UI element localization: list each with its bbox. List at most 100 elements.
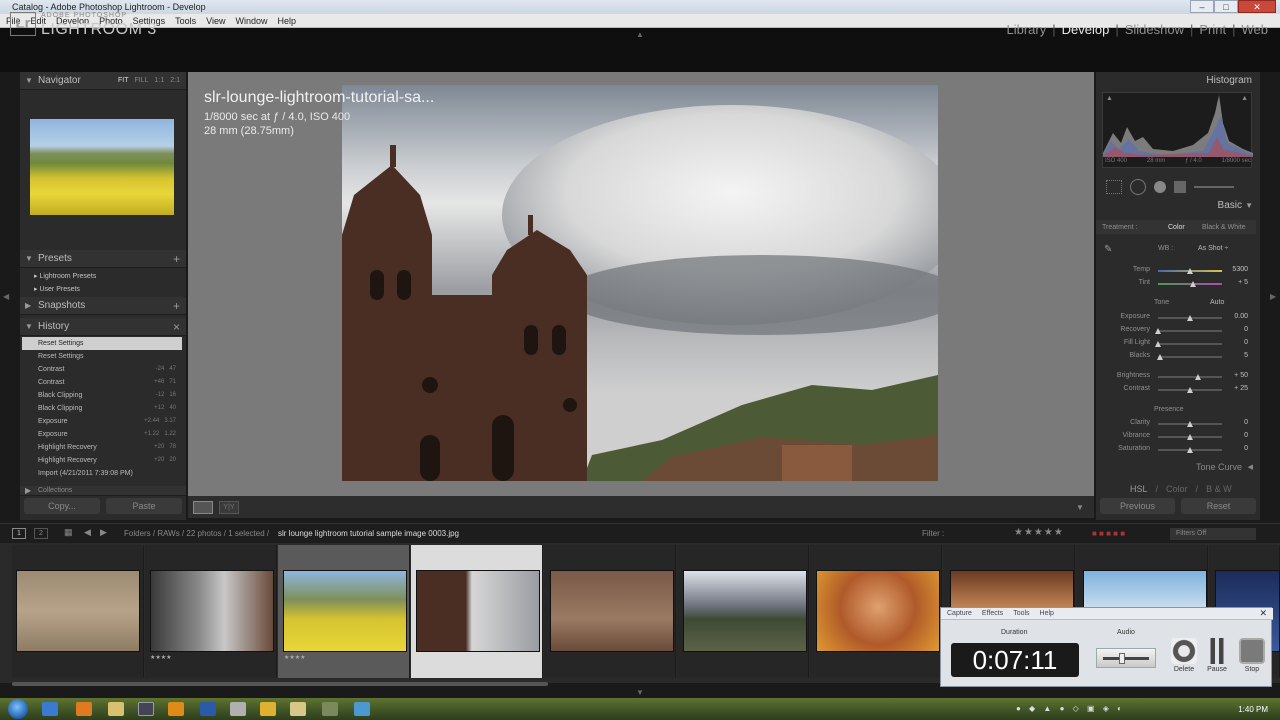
thumbnail[interactable] — [550, 570, 674, 652]
crop-tool-icon[interactable] — [1106, 180, 1122, 194]
fill-light-slider[interactable] — [1158, 343, 1222, 345]
clear-history-icon[interactable]: × — [173, 318, 180, 336]
presets-header[interactable]: ▼ Presets + — [20, 250, 186, 268]
main-photo[interactable] — [342, 85, 938, 481]
source-path[interactable]: Folders / RAWs / 22 photos / 1 selected … — [124, 529, 269, 538]
module-web[interactable]: Web — [1242, 22, 1269, 37]
basic-header[interactable]: Basic ▼ — [1096, 200, 1256, 216]
copy-button[interactable]: Copy... — [24, 498, 100, 514]
brightness-slider-knob[interactable] — [1195, 374, 1201, 380]
history-item[interactable]: Import (4/21/2011 7:39:08 PM) — [22, 467, 182, 480]
thumbnail[interactable] — [683, 570, 807, 652]
start-button-icon[interactable] — [8, 699, 28, 719]
tone-curve-header[interactable]: Tone Curve ◀ — [1096, 462, 1256, 476]
temp-value[interactable]: 5300 — [1226, 266, 1248, 273]
recorder-menu-help[interactable]: Help — [1040, 608, 1054, 619]
spot-removal-icon[interactable] — [1130, 179, 1146, 195]
menu-tools[interactable]: Tools — [175, 14, 196, 27]
saturation-slider-knob[interactable] — [1187, 447, 1193, 453]
snapshots-header[interactable]: ▶ Snapshots + — [20, 297, 186, 315]
taskbar-folder-icon[interactable] — [290, 702, 306, 716]
rating-filter-stars[interactable]: ★★★★★ — [1014, 527, 1064, 538]
reset-button[interactable]: Reset — [1181, 498, 1256, 514]
recorder-menu-capture[interactable]: Capture — [947, 608, 972, 619]
preset-folder-user[interactable]: ▸ User Presets — [34, 285, 80, 293]
history-item[interactable]: Contrast +46 71 — [22, 376, 182, 389]
zoom-2-1[interactable]: 2:1 — [170, 72, 180, 90]
preset-folder-lightroom[interactable]: ▸ Lightroom Presets — [34, 272, 96, 280]
back-arrow-icon[interactable]: ◀ — [84, 527, 91, 538]
tint-value[interactable]: + 5 — [1226, 279, 1248, 286]
highlight-clip-icon[interactable]: ▲ — [1241, 95, 1248, 102]
bw-tab[interactable]: B & W — [1206, 484, 1232, 494]
clarity-slider-knob[interactable] — [1187, 421, 1193, 427]
history-item[interactable]: Exposure +1.22 1.22 — [22, 428, 182, 441]
blacks-slider-knob[interactable] — [1157, 354, 1163, 360]
thumbnail[interactable] — [16, 570, 140, 652]
color-tab[interactable]: Color — [1166, 484, 1188, 494]
recovery-value[interactable]: 0 — [1226, 326, 1248, 333]
taskbar-app-icon[interactable] — [230, 702, 246, 716]
page-1-button[interactable]: 1 — [12, 528, 26, 539]
navigator-header[interactable]: ▼ Navigator FIT FILL 1:1 2:1 — [20, 72, 186, 90]
blacks-value[interactable]: 5 — [1226, 352, 1248, 359]
wb-select[interactable]: As Shot ÷ — [1198, 245, 1228, 252]
left-panel-toggle-icon[interactable]: ◀ — [3, 292, 9, 301]
taskbar-firefox-icon[interactable] — [76, 702, 92, 716]
minimize-button[interactable]: – — [1190, 0, 1214, 13]
taskbar-media-icon[interactable] — [260, 702, 276, 716]
module-print[interactable]: Print — [1199, 22, 1226, 37]
thumbnail[interactable] — [150, 570, 274, 652]
thumbnail[interactable] — [416, 570, 540, 652]
temp-slider-knob[interactable] — [1187, 268, 1193, 274]
history-header[interactable]: ▼ History × — [20, 318, 186, 336]
taskbar-app-icon[interactable] — [108, 702, 124, 716]
graduated-filter-icon[interactable] — [1174, 181, 1186, 193]
loupe-view-button[interactable] — [193, 501, 213, 514]
recovery-slider-knob[interactable] — [1155, 328, 1161, 334]
treatment-bw-option[interactable]: Black & White — [1202, 224, 1246, 231]
module-library[interactable]: Library — [1006, 22, 1046, 37]
forward-arrow-icon[interactable]: ▶ — [100, 527, 107, 538]
menu-view[interactable]: View — [206, 14, 225, 27]
recorder-menu-tools[interactable]: Tools — [1013, 608, 1029, 619]
paste-button[interactable]: Paste — [106, 498, 182, 514]
page-2-button[interactable]: 2 — [34, 528, 48, 539]
history-item[interactable]: Contrast -24 47 — [22, 363, 182, 376]
zoom-fit[interactable]: FIT — [118, 72, 129, 90]
thumbnail[interactable] — [283, 570, 407, 652]
zoom-fill[interactable]: FILL — [135, 72, 149, 90]
delete-recording-icon[interactable] — [1171, 638, 1197, 664]
top-panel-toggle-icon[interactable]: ▲ — [636, 30, 644, 39]
clarity-value[interactable]: 0 — [1226, 419, 1248, 426]
history-item[interactable]: Highlight Recovery +20 78 — [22, 441, 182, 454]
bottom-panel-toggle-icon[interactable]: ▼ — [636, 688, 644, 697]
blacks-slider[interactable] — [1158, 356, 1222, 358]
vibrance-value[interactable]: 0 — [1226, 432, 1248, 439]
selected-filename[interactable]: slr lounge lightroom tutorial sample ima… — [278, 529, 459, 538]
taskbar-browser-icon[interactable] — [42, 702, 58, 716]
filmstrip-scrollbar[interactable] — [12, 682, 548, 686]
recovery-slider[interactable] — [1158, 330, 1222, 332]
recorder-close-icon[interactable]: ✕ — [1259, 608, 1267, 619]
recorder-menu-effects[interactable]: Effects — [982, 608, 1003, 619]
grid-view-icon[interactable]: ▦ — [64, 527, 73, 538]
history-item[interactable]: Reset Settings — [22, 337, 182, 350]
exposure-slider-knob[interactable] — [1187, 315, 1193, 321]
zoom-1-1[interactable]: 1:1 — [155, 72, 165, 90]
tint-slider-knob[interactable] — [1190, 281, 1196, 287]
filters-off-select[interactable]: Filters Off — [1170, 528, 1256, 540]
shadow-clip-icon[interactable]: ▲ — [1106, 95, 1113, 102]
add-preset-icon[interactable]: + — [173, 250, 180, 268]
right-panel-toggle-icon[interactable]: ▶ — [1270, 292, 1276, 301]
auto-tone-button[interactable]: Auto — [1210, 299, 1224, 306]
white-balance-eyedropper-icon[interactable]: ✎ — [1104, 244, 1112, 255]
maximize-button[interactable]: □ — [1214, 0, 1238, 13]
close-button[interactable]: ✕ — [1238, 0, 1276, 13]
audio-level-slider[interactable] — [1096, 648, 1156, 668]
toolbar-menu-icon[interactable]: ▼ — [1076, 503, 1084, 512]
contrast-value[interactable]: + 25 — [1226, 385, 1248, 392]
history-item[interactable]: Black Clipping +12 40 — [22, 402, 182, 415]
audio-knob[interactable] — [1119, 653, 1125, 664]
taskbar-app-icon[interactable] — [354, 702, 370, 716]
